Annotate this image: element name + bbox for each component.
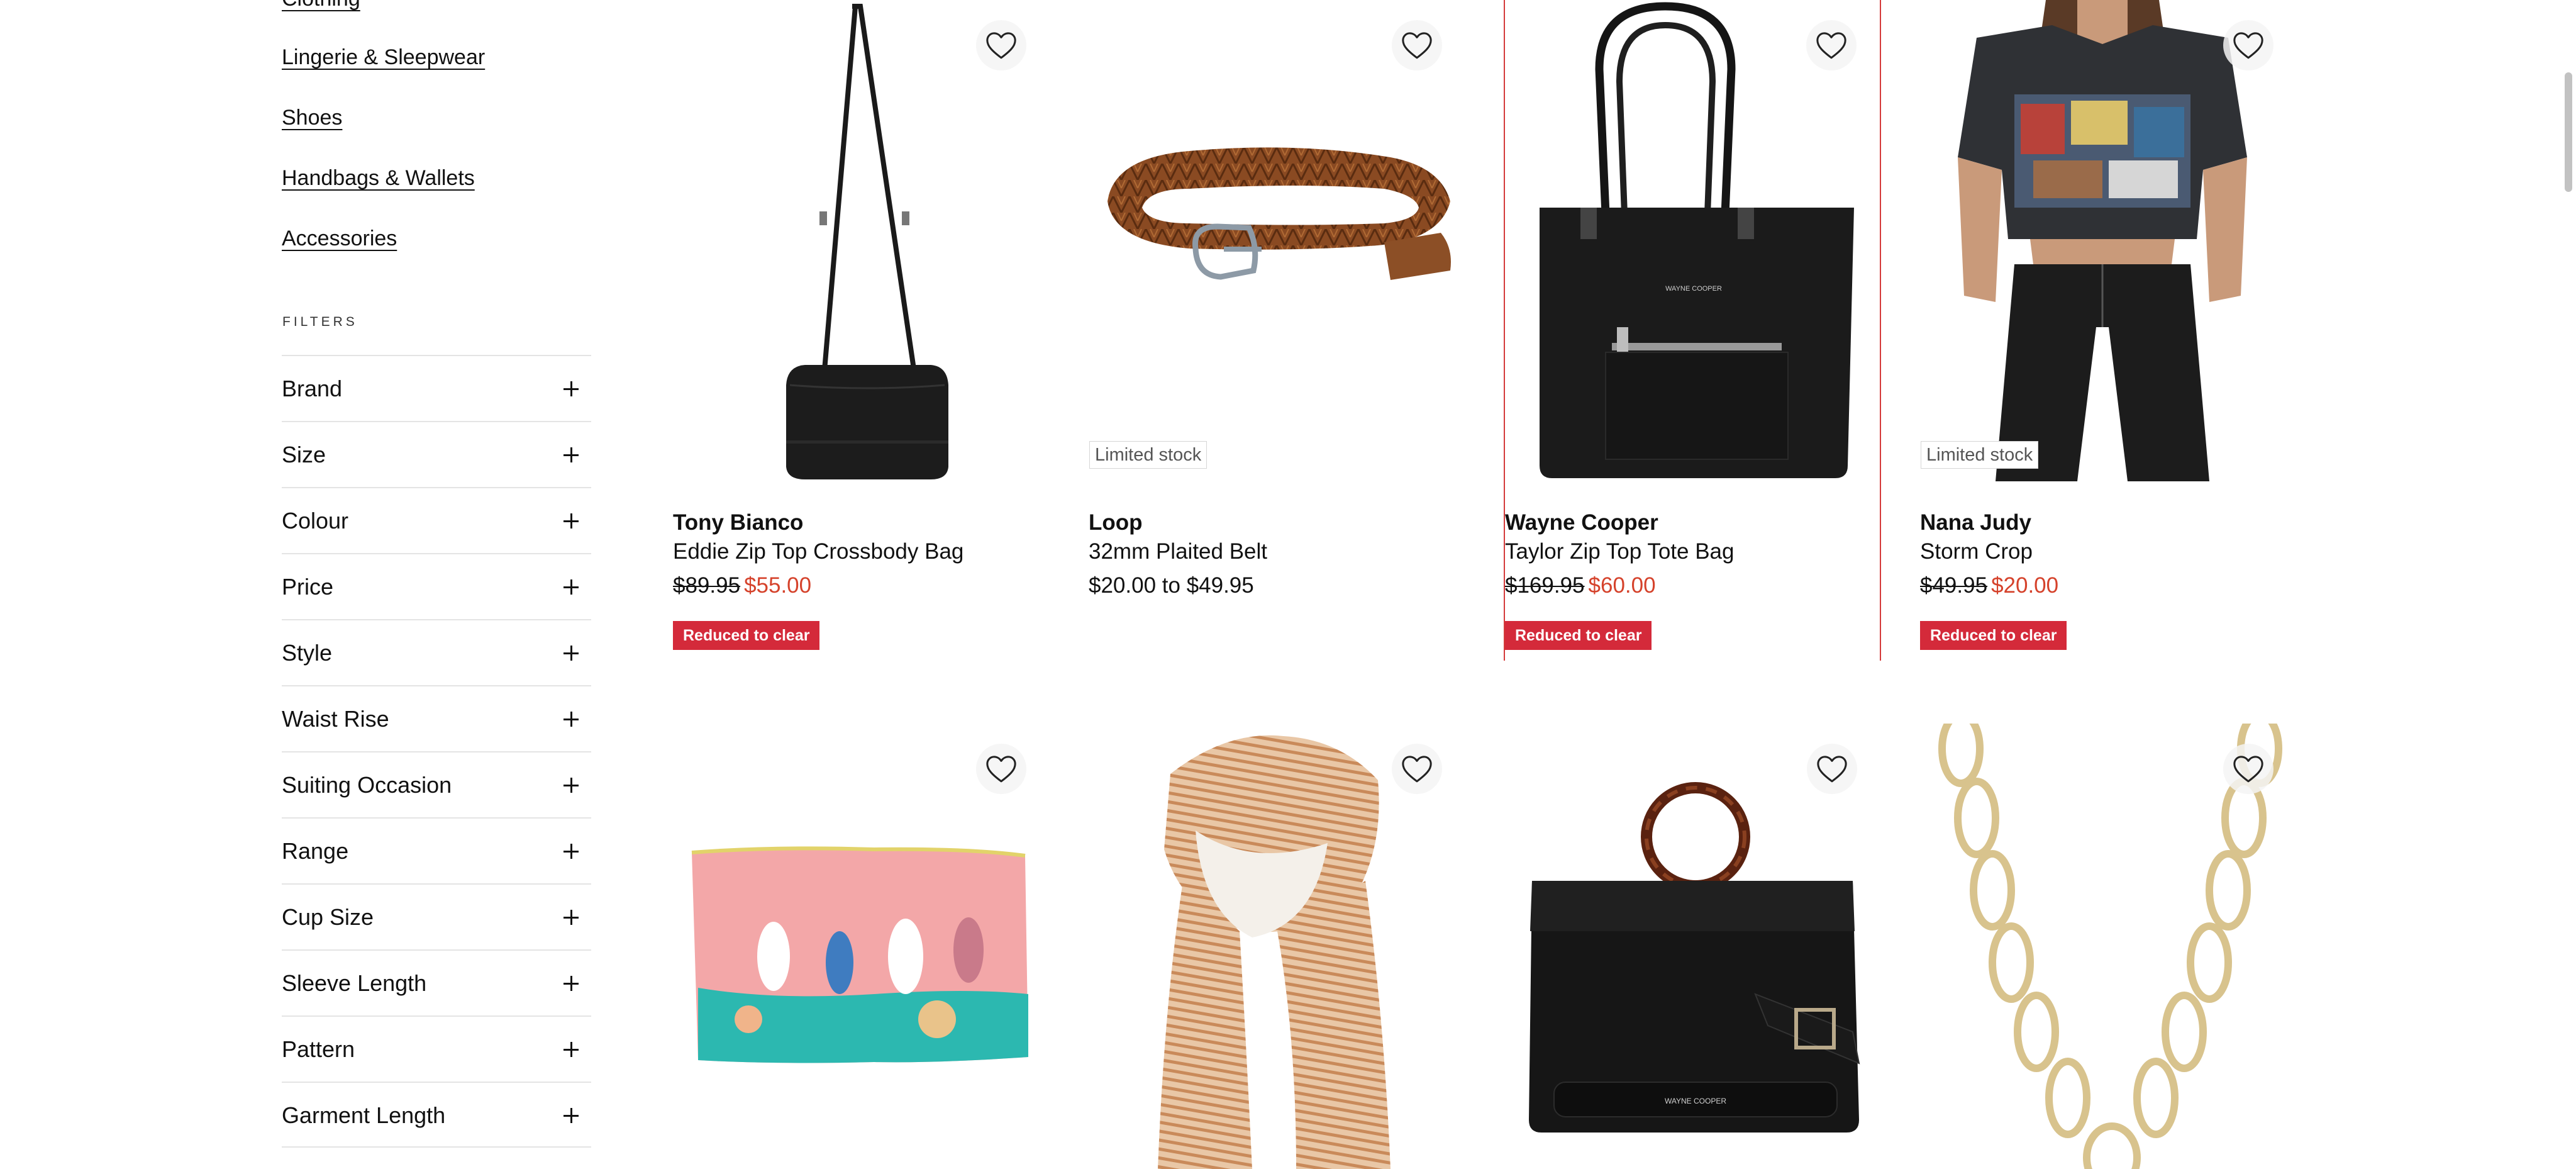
heart-outline-icon <box>984 28 1019 63</box>
plus-icon <box>564 778 579 793</box>
plus-icon <box>564 1042 579 1057</box>
product-card[interactable]: Tony Bianco Eddie Zip Top Crossbody Bag … <box>673 0 1063 661</box>
now-price: $20.00 <box>1991 573 2059 598</box>
reduced-to-clear-badge: Reduced to clear <box>1920 621 2067 650</box>
svg-text:WAYNE COOPER: WAYNE COOPER <box>1665 285 1722 293</box>
reduced-to-clear-badge: Reduced to clear <box>673 621 820 650</box>
plus-icon <box>564 712 579 727</box>
product-price: $89.95 $55.00 <box>673 573 811 598</box>
scrollbar-thumb[interactable] <box>2565 72 2572 192</box>
filter-cup-size[interactable]: Cup Size <box>282 883 591 949</box>
filter-label: Pattern <box>282 1036 355 1062</box>
heart-outline-icon <box>2231 751 2266 786</box>
product-image-tote-bag[interactable]: WAYNE COOPER <box>1505 0 1880 481</box>
now-price: $60.00 <box>1588 573 1656 598</box>
product-price: $49.95 $20.00 <box>1920 573 2058 598</box>
product-image-model-crop-tee[interactable] <box>1920 0 2297 481</box>
was-price: $169.95 <box>1505 573 1585 598</box>
was-price: $49.95 <box>1920 573 1988 598</box>
product-image-plaited-belt[interactable] <box>1089 0 1466 481</box>
product-brand[interactable]: Loop <box>1089 510 1143 535</box>
was-price: $89.95 <box>673 573 741 598</box>
product-card[interactable]: WAYNE COOPER <box>1504 724 1894 1169</box>
filter-colour[interactable]: Colour <box>282 487 591 553</box>
filter-list: Brand Size Colour Price Style Waist Rise… <box>282 355 591 1148</box>
limited-stock-badge: Limited stock <box>1921 441 2039 469</box>
favourite-button[interactable] <box>976 744 1026 794</box>
product-image-crossbody-bag[interactable] <box>673 0 1050 481</box>
product-name[interactable]: Storm Crop <box>1920 539 2033 564</box>
product-card[interactable]: Limited stock Nana Judy Storm Crop $49.9… <box>1920 0 2310 661</box>
plus-icon <box>564 910 579 925</box>
product-brand[interactable]: Tony Bianco <box>673 510 803 535</box>
favourite-button[interactable] <box>2223 20 2273 70</box>
filter-label: Cup Size <box>282 904 374 930</box>
filter-price[interactable]: Price <box>282 553 591 619</box>
plus-icon <box>564 381 579 396</box>
product-brand[interactable]: Wayne Cooper <box>1505 510 1658 535</box>
product-card[interactable]: WAYNE COOPER Wayne Cooper Taylor Zip Top… <box>1504 0 1881 661</box>
filter-pattern[interactable]: Pattern <box>282 1015 591 1082</box>
product-name[interactable]: Eddie Zip Top Crossbody Bag <box>673 539 963 564</box>
now-price: $55.00 <box>744 573 812 598</box>
heart-outline-icon <box>1814 28 1849 63</box>
plus-icon <box>564 1108 579 1123</box>
filter-label: Range <box>282 838 349 864</box>
filter-label: Style <box>282 640 333 666</box>
filter-range[interactable]: Range <box>282 817 591 883</box>
category-link-clothing[interactable]: Clothing <box>282 0 360 11</box>
limited-stock-badge: Limited stock <box>1089 441 1208 469</box>
heart-outline-icon <box>2231 28 2266 63</box>
price-range: $20.00 to $49.95 <box>1089 573 1254 598</box>
reduced-to-clear-badge: Reduced to clear <box>1505 621 1652 650</box>
category-link-handbags-wallets[interactable]: Handbags & Wallets <box>282 165 475 191</box>
product-price: $20.00 to $49.95 <box>1089 573 1254 598</box>
filter-suiting-occasion[interactable]: Suiting Occasion <box>282 751 591 817</box>
filter-label: Sleeve Length <box>282 970 427 996</box>
plus-icon <box>564 844 579 859</box>
product-card[interactable] <box>1089 724 1479 1169</box>
plus-icon <box>564 646 579 661</box>
filter-label: Waist Rise <box>282 706 389 732</box>
product-name[interactable]: Taylor Zip Top Tote Bag <box>1505 539 1734 564</box>
filter-sleeve-length[interactable]: Sleeve Length <box>282 949 591 1015</box>
product-name[interactable]: 32mm Plaited Belt <box>1089 539 1267 564</box>
filter-label: Brand <box>282 376 343 401</box>
category-link-accessories[interactable]: Accessories <box>282 226 397 251</box>
filter-label: Garment Length <box>282 1102 446 1128</box>
filter-size[interactable]: Size <box>282 421 591 487</box>
filter-garment-length[interactable]: Garment Length <box>282 1082 591 1148</box>
heart-outline-icon <box>1814 751 1850 786</box>
plus-icon <box>564 579 579 595</box>
product-card[interactable] <box>1920 724 2310 1169</box>
product-price: $169.95 $60.00 <box>1505 573 1656 598</box>
heart-outline-icon <box>1399 751 1435 786</box>
plus-icon <box>564 447 579 462</box>
filter-label: Size <box>282 442 326 467</box>
category-link-lingerie-sleepwear[interactable]: Lingerie & Sleepwear <box>282 45 485 70</box>
filter-label: Price <box>282 574 334 600</box>
filter-label: Colour <box>282 508 349 534</box>
favourite-button[interactable] <box>1392 20 1442 70</box>
filter-brand[interactable]: Brand <box>282 355 591 421</box>
favourite-button[interactable] <box>1392 744 1442 794</box>
category-link-shoes[interactable]: Shoes <box>282 105 342 130</box>
product-card[interactable]: Limited stock Loop 32mm Plaited Belt $20… <box>1089 0 1479 661</box>
plus-icon <box>564 976 579 991</box>
svg-text:WAYNE COOPER: WAYNE COOPER <box>1665 1097 1726 1105</box>
filter-style[interactable]: Style <box>282 619 591 685</box>
favourite-button[interactable] <box>2223 744 2273 794</box>
favourite-button[interactable] <box>976 20 1026 70</box>
favourite-button[interactable] <box>1807 744 1857 794</box>
heart-outline-icon <box>1399 28 1435 63</box>
favourite-button[interactable] <box>1806 20 1857 70</box>
product-card[interactable] <box>673 724 1063 1169</box>
filter-label: Suiting Occasion <box>282 772 452 798</box>
product-brand[interactable]: Nana Judy <box>1920 510 2031 535</box>
heart-outline-icon <box>984 751 1019 786</box>
plus-icon <box>564 513 579 529</box>
filter-waist-rise[interactable]: Waist Rise <box>282 685 591 751</box>
filters-heading: FILTERS <box>282 315 358 329</box>
